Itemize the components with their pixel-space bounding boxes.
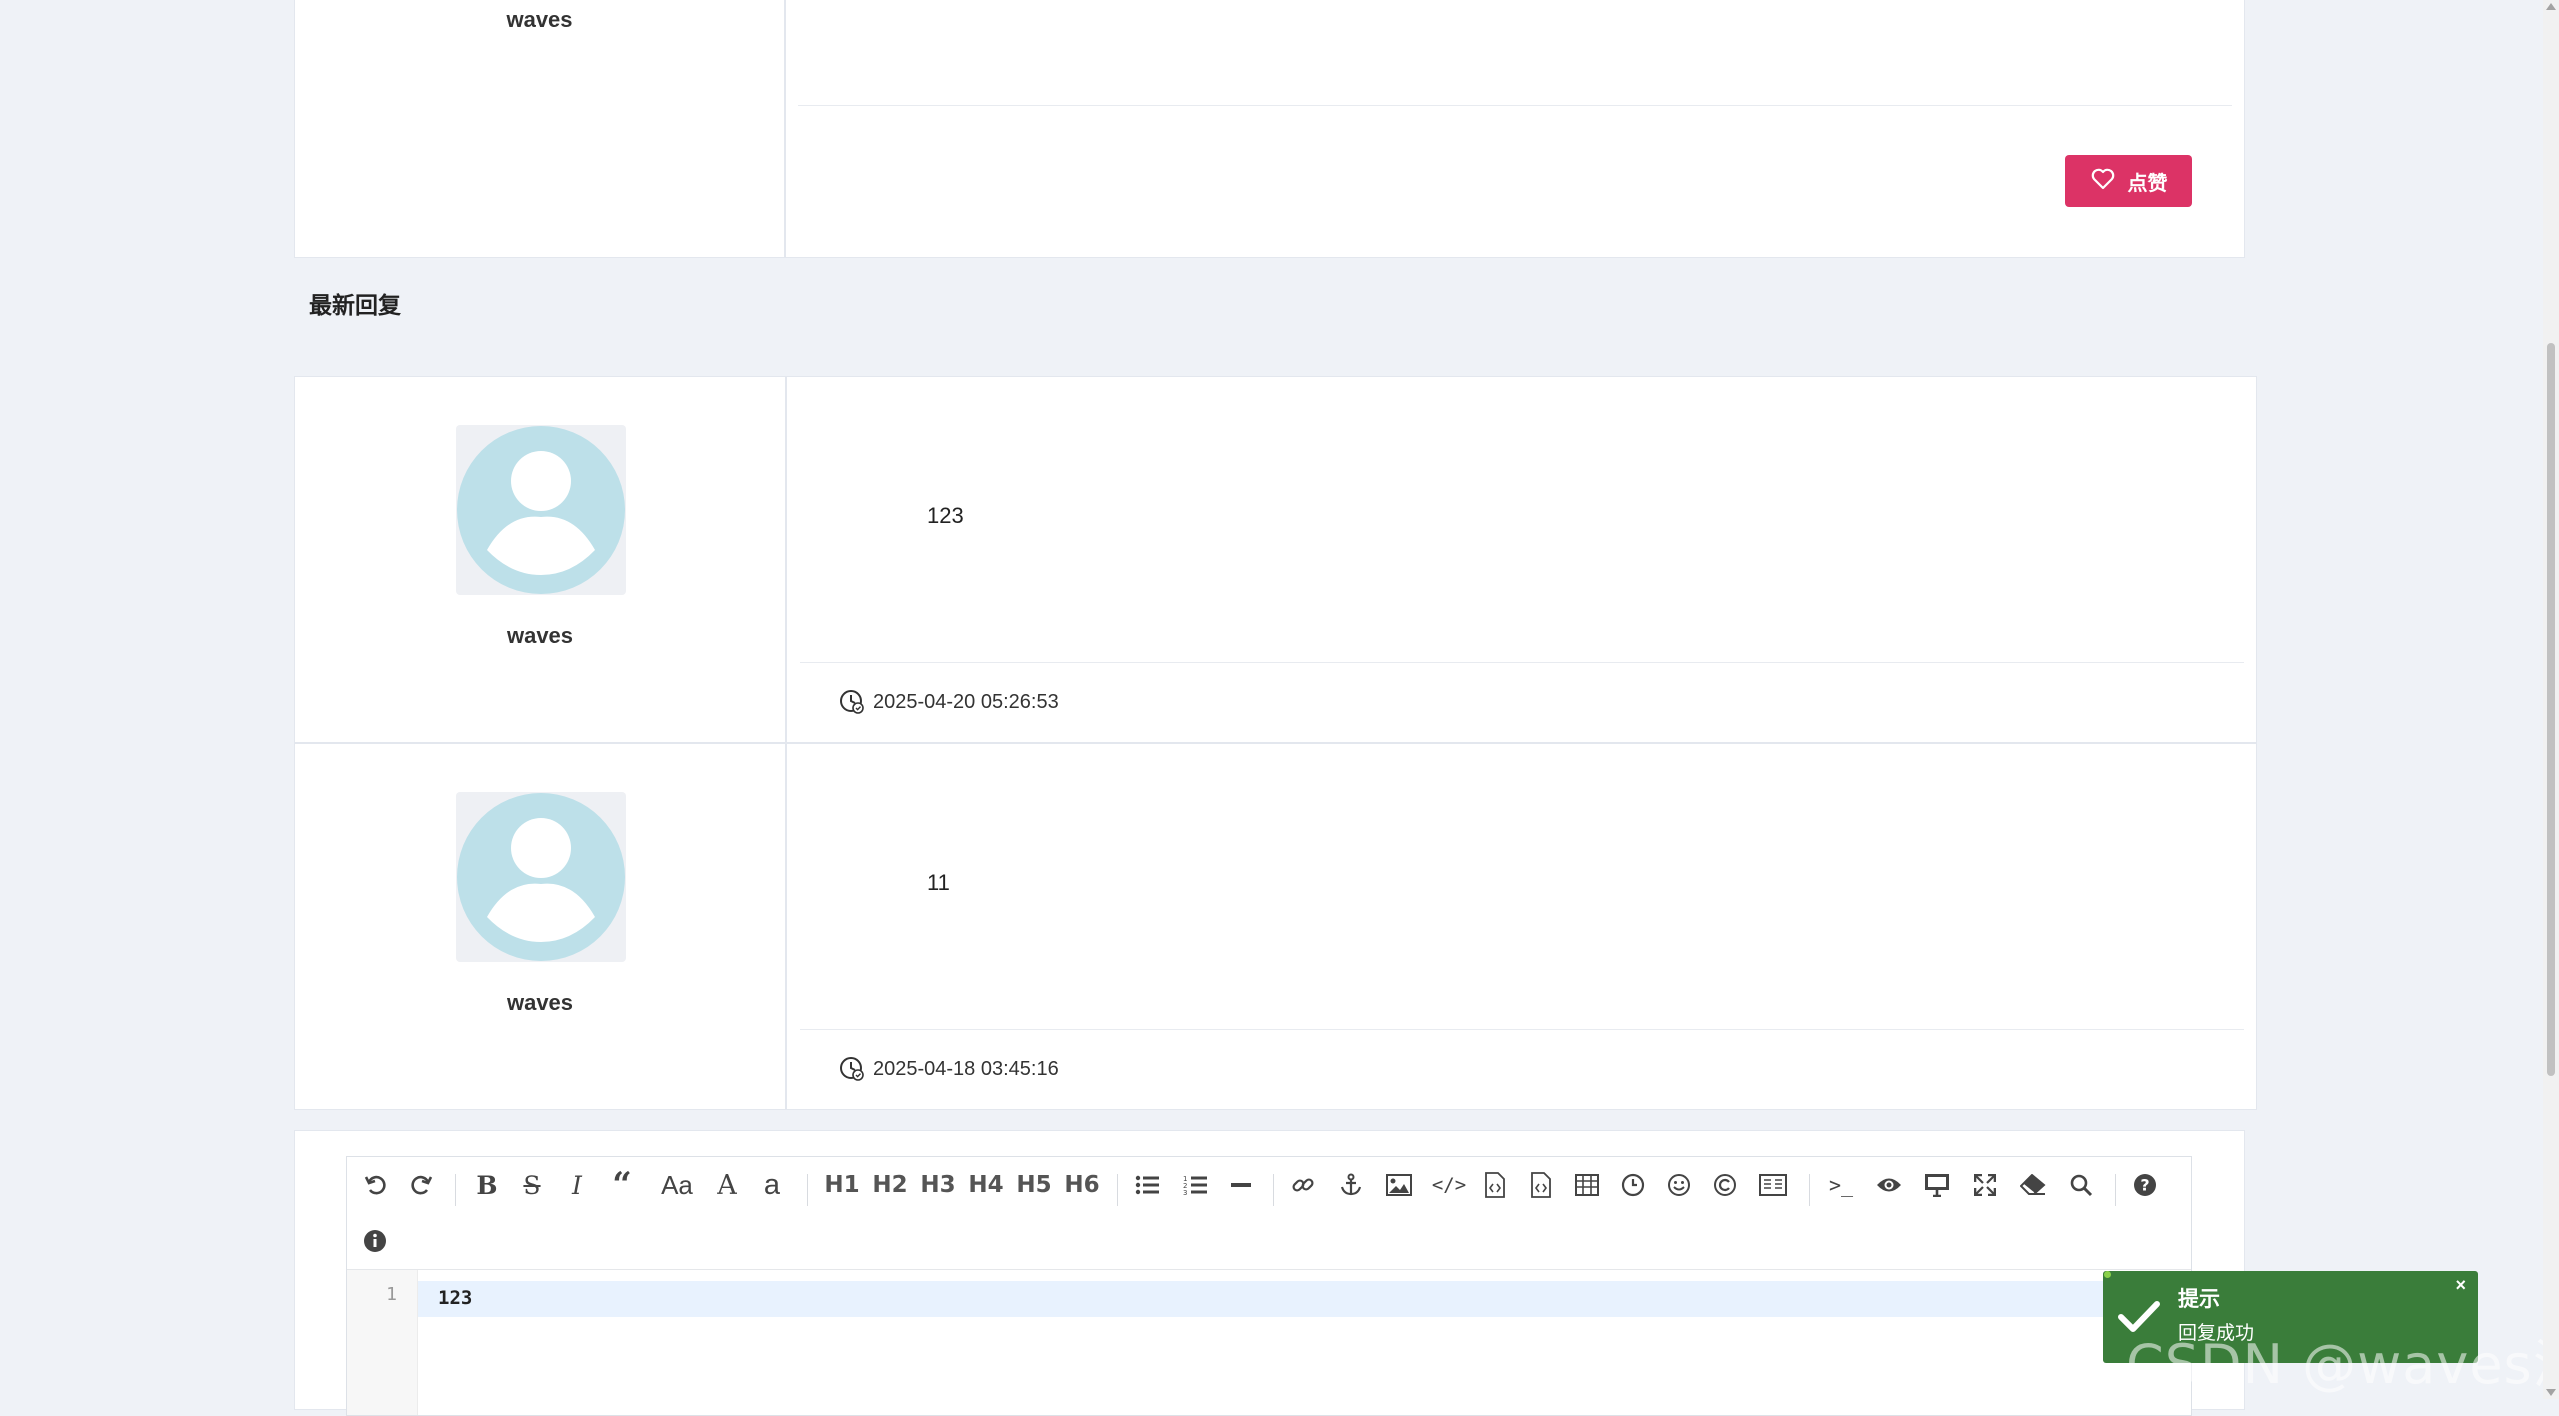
code-block-icon[interactable] xyxy=(1477,1157,1513,1213)
redo-icon[interactable] xyxy=(402,1157,440,1213)
reply-divider xyxy=(800,662,2244,663)
scroll-up-icon[interactable] xyxy=(2546,3,2556,10)
reply-author-panel: waves xyxy=(295,744,787,1109)
reply-divider xyxy=(800,1029,2244,1030)
user-avatar-icon xyxy=(457,426,625,594)
goto-line-icon[interactable]: >_ xyxy=(1823,1157,1859,1213)
reply-content: 11 xyxy=(927,870,950,895)
scroll-down-icon[interactable] xyxy=(2546,1389,2556,1396)
post-card: waves 点赞 xyxy=(294,0,2245,258)
scroll-thumb[interactable] xyxy=(2547,343,2555,1076)
datetime-icon[interactable] xyxy=(1615,1157,1651,1213)
status-dot xyxy=(2104,1271,2111,1278)
inline-code-icon[interactable]: </> xyxy=(1431,1157,1467,1213)
bold-icon[interactable]: B xyxy=(470,1157,504,1213)
clock-icon xyxy=(840,1057,864,1081)
svg-text:?: ? xyxy=(2140,1176,2149,1195)
strikethrough-icon[interactable]: S xyxy=(515,1157,549,1213)
desktop-preview-icon[interactable] xyxy=(1919,1157,1955,1213)
italic-icon[interactable]: I xyxy=(560,1157,594,1213)
reply-time: 2025-04-18 03:45:16 xyxy=(839,1056,1059,1082)
lowercase-icon[interactable]: a xyxy=(755,1157,789,1213)
anchor-icon[interactable] xyxy=(1333,1157,1369,1213)
post-author-name[interactable]: waves xyxy=(295,7,784,33)
quote-icon[interactable]: “ xyxy=(605,1157,639,1213)
svg-text:3: 3 xyxy=(1183,1189,1187,1196)
heading-6-button[interactable]: H6 xyxy=(1061,1157,1103,1213)
active-code-line[interactable]: 123 xyxy=(418,1281,2191,1317)
undo-icon[interactable] xyxy=(357,1157,395,1213)
line-number: 1 xyxy=(386,1284,397,1305)
latest-replies-heading: 最新回复 xyxy=(309,293,401,319)
table-icon[interactable] xyxy=(1569,1157,1605,1213)
reply-card: waves 123 2025-04-20 05:26:53 xyxy=(294,376,2257,743)
reply-editor-card: B S I “ Aa A a H1 H2 H3 H4 H5 H6 123 </>… xyxy=(294,1130,2245,1416)
watch-preview-icon[interactable] xyxy=(1871,1157,1907,1213)
like-button[interactable]: 点赞 xyxy=(2065,155,2192,207)
search-icon[interactable] xyxy=(2063,1157,2099,1213)
image-icon[interactable] xyxy=(1381,1157,1417,1213)
toast-title: 提示 xyxy=(2178,1287,2220,1311)
post-author-panel: waves xyxy=(295,0,786,257)
html-entities-icon[interactable] xyxy=(1707,1157,1743,1213)
line-number-gutter: 1 xyxy=(347,1270,418,1415)
help-icon[interactable]: ? xyxy=(2127,1157,2163,1213)
info-icon[interactable] xyxy=(357,1213,393,1269)
user-avatar-icon xyxy=(457,793,625,961)
unordered-list-icon[interactable] xyxy=(1129,1157,1165,1213)
emoji-icon[interactable] xyxy=(1661,1157,1697,1213)
markdown-editor: B S I “ Aa A a H1 H2 H3 H4 H5 H6 123 </>… xyxy=(346,1156,2192,1416)
reply-timestamp: 2025-04-18 03:45:16 xyxy=(873,1057,1059,1080)
horizontal-rule-icon[interactable] xyxy=(1223,1157,1259,1213)
reply-author-panel: waves xyxy=(295,377,787,742)
clock-icon xyxy=(840,690,864,714)
link-icon[interactable] xyxy=(1285,1157,1321,1213)
reply-card: waves 11 2025-04-18 03:45:16 xyxy=(294,743,2257,1110)
font-size-icon[interactable]: Aa xyxy=(655,1157,699,1213)
eraser-icon[interactable] xyxy=(2015,1157,2051,1213)
post-divider xyxy=(798,105,2232,106)
reply-author-name[interactable]: waves xyxy=(295,990,785,1016)
heading-4-button[interactable]: H4 xyxy=(965,1157,1007,1213)
like-label: 点赞 xyxy=(2127,170,2168,195)
editor-text[interactable]: 123 xyxy=(438,1287,472,1309)
preformatted-text-icon[interactable] xyxy=(1523,1157,1559,1213)
reply-time: 2025-04-20 05:26:53 xyxy=(839,689,1059,715)
reply-author-name[interactable]: waves xyxy=(295,623,785,649)
avatar[interactable] xyxy=(456,792,626,962)
editor-toolbar: B S I “ Aa A a H1 H2 H3 H4 H5 H6 123 </>… xyxy=(347,1157,2191,1270)
avatar[interactable] xyxy=(456,425,626,595)
heart-icon xyxy=(2090,168,2116,195)
ordered-list-icon[interactable]: 123 xyxy=(1177,1157,1213,1213)
reply-content: 123 xyxy=(927,503,964,528)
reply-timestamp: 2025-04-20 05:26:53 xyxy=(873,690,1059,713)
heading-3-button[interactable]: H3 xyxy=(917,1157,959,1213)
uppercase-icon[interactable]: A xyxy=(710,1157,744,1213)
fullscreen-icon[interactable] xyxy=(1967,1157,2003,1213)
heading-1-button[interactable]: H1 xyxy=(821,1157,863,1213)
close-icon[interactable]: × xyxy=(2455,1275,2466,1296)
watermark: CSDN @waves浪游 xyxy=(2126,1333,2559,1396)
page-scrollbar[interactable] xyxy=(2543,0,2559,1399)
pagebreak-icon[interactable] xyxy=(1753,1157,1793,1213)
heading-2-button[interactable]: H2 xyxy=(869,1157,911,1213)
heading-5-button[interactable]: H5 xyxy=(1013,1157,1055,1213)
